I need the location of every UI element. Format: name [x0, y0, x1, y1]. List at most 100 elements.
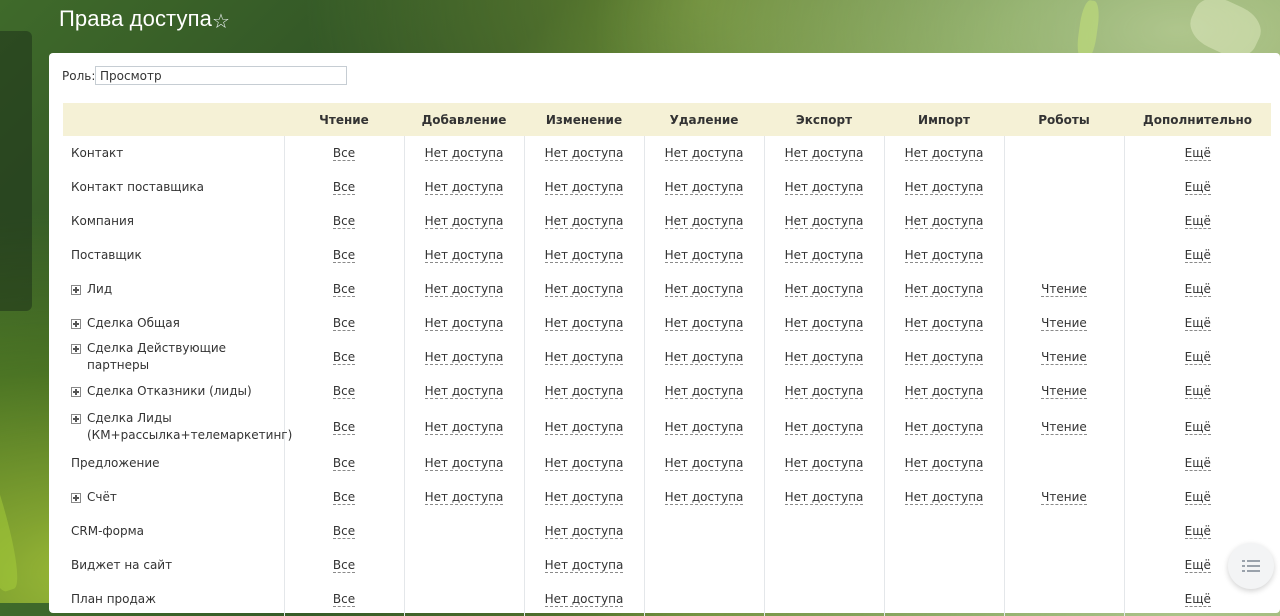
permission-link[interactable]: Нет доступа [904, 384, 984, 399]
permission-link[interactable]: Все [332, 180, 356, 195]
permission-link[interactable]: Нет доступа [424, 180, 504, 195]
permission-link[interactable]: Нет доступа [664, 420, 744, 435]
permission-link[interactable]: Нет доступа [664, 316, 744, 331]
expand-plus-icon[interactable] [71, 318, 81, 329]
permission-link[interactable]: Нет доступа [784, 214, 864, 229]
permission-link[interactable]: Нет доступа [664, 490, 744, 505]
permission-link[interactable]: Нет доступа [784, 282, 864, 297]
permission-link[interactable]: Все [332, 524, 356, 539]
permission-link[interactable]: Нет доступа [544, 420, 624, 435]
permission-link[interactable]: Нет доступа [544, 524, 624, 539]
permission-link[interactable]: Нет доступа [904, 420, 984, 435]
permission-link[interactable]: Все [332, 214, 356, 229]
permission-link[interactable]: Нет доступа [784, 456, 864, 471]
permission-link[interactable]: Чтение [1041, 350, 1087, 365]
permission-link[interactable]: Нет доступа [544, 282, 624, 297]
permission-link[interactable]: Все [332, 592, 356, 607]
permission-link[interactable]: Все [332, 316, 356, 331]
more-permissions-link[interactable]: Ещё [1184, 180, 1211, 195]
permission-link[interactable]: Нет доступа [904, 146, 984, 161]
permission-link[interactable]: Нет доступа [544, 350, 624, 365]
permission-link[interactable]: Все [332, 248, 356, 263]
permission-link[interactable]: Нет доступа [664, 146, 744, 161]
permission-link[interactable]: Нет доступа [664, 180, 744, 195]
more-permissions-link[interactable]: Ещё [1184, 456, 1211, 471]
permission-link[interactable]: Все [332, 420, 356, 435]
permission-link[interactable]: Нет доступа [904, 316, 984, 331]
more-permissions-link[interactable]: Ещё [1184, 384, 1211, 399]
permission-link[interactable]: Нет доступа [424, 490, 504, 505]
more-permissions-link[interactable]: Ещё [1184, 592, 1211, 607]
expand-plus-icon[interactable] [71, 414, 81, 424]
more-permissions-link[interactable]: Ещё [1184, 146, 1211, 161]
more-permissions-link[interactable]: Ещё [1184, 350, 1211, 365]
permission-link[interactable]: Нет доступа [544, 316, 624, 331]
more-permissions-link[interactable]: Ещё [1184, 316, 1211, 331]
more-permissions-link[interactable]: Ещё [1184, 420, 1211, 435]
permission-link[interactable]: Все [332, 490, 356, 505]
permission-link[interactable]: Нет доступа [424, 316, 504, 331]
permission-link[interactable]: Нет доступа [424, 384, 504, 399]
permission-link[interactable]: Нет доступа [544, 214, 624, 229]
permission-link[interactable]: Все [332, 282, 356, 297]
permission-link[interactable]: Все [332, 146, 356, 161]
permission-link[interactable]: Все [332, 384, 356, 399]
permission-link[interactable]: Нет доступа [544, 592, 624, 607]
permission-link[interactable]: Чтение [1041, 282, 1087, 297]
permission-link[interactable]: Нет доступа [664, 384, 744, 399]
permission-link[interactable]: Нет доступа [544, 248, 624, 263]
permission-link[interactable]: Нет доступа [544, 180, 624, 195]
expand-plus-icon[interactable] [71, 492, 81, 503]
permission-link[interactable]: Нет доступа [904, 490, 984, 505]
permission-link[interactable]: Все [332, 558, 356, 573]
more-permissions-link[interactable]: Ещё [1184, 214, 1211, 229]
permission-link[interactable]: Нет доступа [424, 282, 504, 297]
permission-link[interactable]: Нет доступа [784, 248, 864, 263]
permission-link[interactable]: Нет доступа [664, 214, 744, 229]
permission-link[interactable]: Чтение [1041, 316, 1087, 331]
permission-link[interactable]: Нет доступа [784, 316, 864, 331]
favorite-star-icon[interactable]: ☆ [212, 9, 230, 33]
permission-link[interactable]: Нет доступа [784, 384, 864, 399]
more-permissions-link[interactable]: Ещё [1184, 490, 1211, 505]
permission-link[interactable]: Чтение [1041, 490, 1087, 505]
permission-link[interactable]: Нет доступа [904, 350, 984, 365]
permission-link[interactable]: Нет доступа [784, 350, 864, 365]
expand-plus-icon[interactable] [71, 386, 81, 397]
permission-link[interactable]: Нет доступа [664, 248, 744, 263]
more-permissions-link[interactable]: Ещё [1184, 282, 1211, 297]
permission-link[interactable]: Нет доступа [784, 146, 864, 161]
permission-link[interactable]: Нет доступа [424, 420, 504, 435]
permission-link[interactable]: Нет доступа [544, 490, 624, 505]
permission-link[interactable]: Нет доступа [424, 214, 504, 229]
permission-link[interactable]: Нет доступа [424, 350, 504, 365]
list-menu-button[interactable] [1228, 543, 1274, 589]
expand-plus-icon[interactable] [71, 284, 81, 295]
permission-link[interactable]: Нет доступа [904, 456, 984, 471]
permission-link[interactable]: Нет доступа [904, 214, 984, 229]
permission-link[interactable]: Нет доступа [424, 146, 504, 161]
role-name-input[interactable] [95, 66, 347, 85]
permission-link[interactable]: Нет доступа [544, 558, 624, 573]
permission-link[interactable]: Нет доступа [424, 248, 504, 263]
permission-link[interactable]: Нет доступа [664, 350, 744, 365]
permission-link[interactable]: Нет доступа [904, 248, 984, 263]
permission-link[interactable]: Нет доступа [664, 456, 744, 471]
permission-link[interactable]: Нет доступа [544, 384, 624, 399]
permission-link[interactable]: Нет доступа [424, 456, 504, 471]
permission-link[interactable]: Все [332, 350, 356, 365]
more-permissions-link[interactable]: Ещё [1184, 248, 1211, 263]
permission-link[interactable]: Нет доступа [544, 146, 624, 161]
permission-link[interactable]: Нет доступа [904, 282, 984, 297]
expand-plus-icon[interactable] [71, 344, 81, 354]
left-side-panel[interactable] [0, 31, 32, 311]
permission-link[interactable]: Чтение [1041, 420, 1087, 435]
permission-link[interactable]: Все [332, 456, 356, 471]
permission-link[interactable]: Нет доступа [904, 180, 984, 195]
permission-link[interactable]: Нет доступа [784, 180, 864, 195]
permission-link[interactable]: Нет доступа [784, 420, 864, 435]
permission-link[interactable]: Нет доступа [784, 490, 864, 505]
permission-link[interactable]: Чтение [1041, 384, 1087, 399]
more-permissions-link[interactable]: Ещё [1184, 524, 1211, 539]
permission-link[interactable]: Нет доступа [664, 282, 744, 297]
